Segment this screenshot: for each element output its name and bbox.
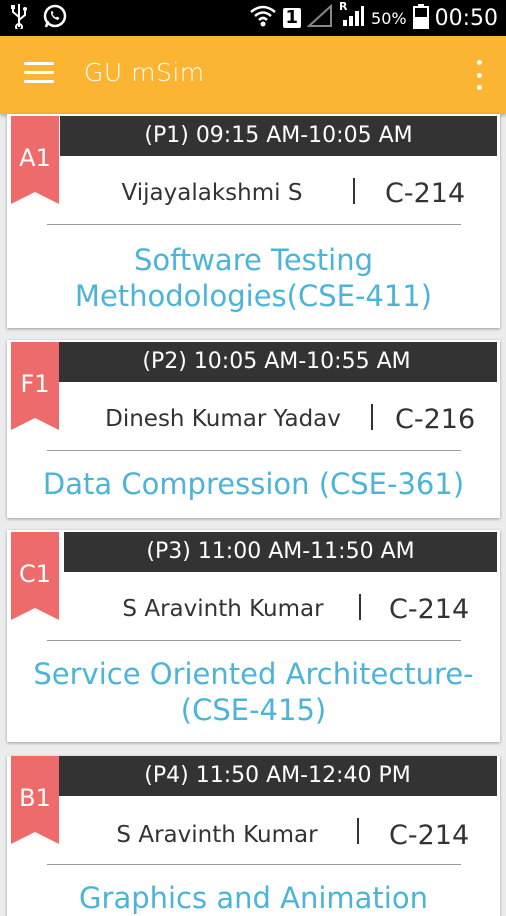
period-time: (P1) 09:15 AM-10:05 AM (60, 116, 497, 156)
class-card[interactable]: (P1) 09:15 AM-10:05 AM A1 Vijayalakshmi … (7, 114, 500, 328)
app-bar: GU mSim (0, 36, 506, 114)
status-bar: 1 R 50% 00:50 (0, 0, 506, 36)
faculty-name: S Aravinth Kumar (116, 822, 318, 848)
faculty-name: Dinesh Kumar Yadav (105, 406, 341, 432)
section-ribbon: F1 (11, 342, 59, 430)
usb-icon (10, 3, 28, 33)
class-card[interactable]: (P3) 11:00 AM-11:50 AM C1 S Aravinth Kum… (7, 530, 500, 742)
section-code: A1 (19, 144, 51, 172)
signal-icon: R (339, 0, 365, 32)
subject-title: Data Compression (CSE-361) (42, 467, 465, 501)
clock: 00:50 (434, 5, 498, 31)
divider (47, 224, 461, 225)
battery-percent: 50% (371, 8, 407, 28)
room-number: C-214 (389, 820, 470, 851)
period-time: (P2) 10:05 AM-10:55 AM (56, 342, 497, 382)
faculty-name: Vijayalakshmi S (121, 180, 303, 206)
network-badge: 1 (282, 8, 302, 28)
section-ribbon: B1 (11, 756, 59, 844)
section-code: F1 (20, 370, 50, 398)
room-number: C-214 (385, 178, 466, 209)
subject-title: Software Testing Methodologies(CSE-411) (74, 243, 433, 313)
more-options-icon[interactable] (474, 60, 484, 90)
section-code: C1 (18, 560, 52, 588)
wifi-icon (249, 4, 277, 32)
class-card[interactable]: (P2) 10:05 AM-10:55 AM F1 Dinesh Kumar Y… (7, 340, 500, 518)
app-title: GU mSim (84, 58, 205, 87)
period-time: (P4) 11:50 AM-12:40 PM (58, 756, 497, 796)
whatsapp-icon (42, 3, 68, 33)
divider (47, 864, 461, 865)
menu-icon[interactable] (24, 62, 54, 86)
separator (357, 818, 359, 844)
period-time: (P3) 11:00 AM-11:50 AM (64, 532, 497, 572)
separator (359, 594, 361, 620)
signal-weak-icon (306, 3, 333, 32)
separator (371, 404, 373, 430)
room-number: C-214 (389, 594, 470, 625)
faculty-name: S Aravinth Kumar (122, 596, 324, 622)
subject-title: Graphics and Animation (79, 881, 428, 915)
class-card[interactable]: (P4) 11:50 AM-12:40 PM B1 S Aravinth Kum… (7, 756, 500, 916)
divider (47, 640, 461, 641)
section-code: B1 (19, 784, 51, 812)
battery-icon (412, 3, 429, 33)
separator (353, 178, 355, 204)
divider (47, 450, 461, 451)
roaming-label: R (339, 0, 348, 13)
section-ribbon: A1 (11, 116, 59, 204)
room-number: C-216 (395, 404, 476, 435)
section-ribbon: C1 (11, 532, 59, 620)
subject-title: Service Oriented Architecture-(CSE-415) (33, 657, 474, 727)
